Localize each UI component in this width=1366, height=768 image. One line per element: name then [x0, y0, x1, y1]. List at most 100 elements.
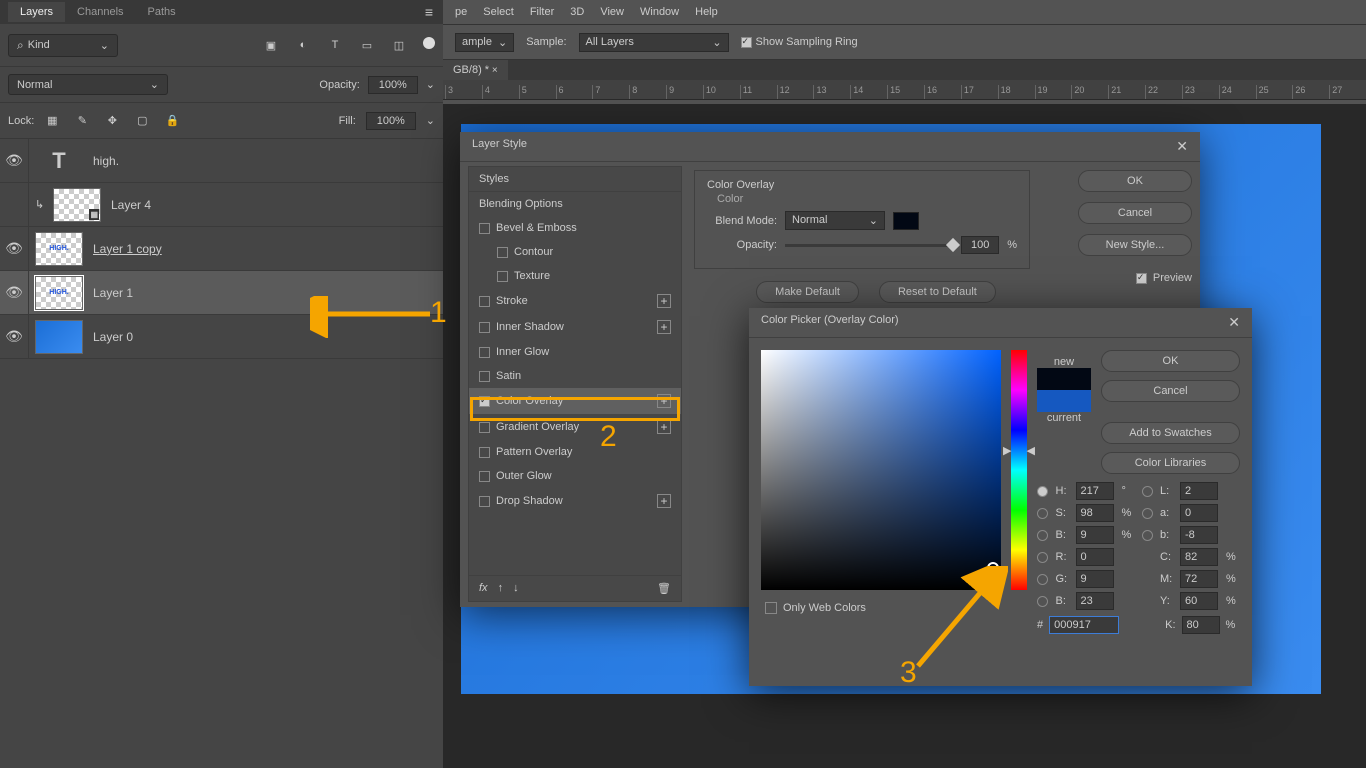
- opacity-input[interactable]: 100: [961, 236, 999, 254]
- style-item[interactable]: Contour: [469, 240, 681, 264]
- menu-item[interactable]: 3D: [570, 6, 584, 18]
- color-swatch[interactable]: [893, 212, 919, 230]
- layer-item-selected[interactable]: 👁 HIGH. Layer 1: [0, 271, 443, 315]
- menu-item[interactable]: pe: [455, 6, 467, 18]
- visibility-icon[interactable]: 👁: [0, 284, 28, 301]
- style-item[interactable]: Color Overlay+: [469, 388, 681, 414]
- m-input[interactable]: [1180, 570, 1218, 588]
- menu-item[interactable]: Select: [483, 6, 514, 18]
- visibility-icon[interactable]: 👁: [0, 328, 28, 345]
- hex-input[interactable]: [1049, 616, 1119, 634]
- filter-toggle-icon[interactable]: [423, 37, 435, 49]
- saturation-field[interactable]: [761, 350, 1001, 590]
- panel-menu-icon[interactable]: ≡: [425, 4, 433, 20]
- opacity-slider[interactable]: [785, 244, 953, 247]
- filter-image-icon[interactable]: ▣: [263, 37, 279, 53]
- document-tab[interactable]: GB/8) * ×: [443, 60, 508, 80]
- checkbox-icon[interactable]: [479, 396, 490, 407]
- fill-input[interactable]: 100%: [366, 112, 416, 130]
- style-item[interactable]: Blending Options: [469, 192, 681, 216]
- color-cursor[interactable]: [987, 562, 999, 574]
- add-effect-icon[interactable]: +: [657, 320, 671, 334]
- ok-button[interactable]: OK: [1101, 350, 1240, 372]
- lock-all-icon[interactable]: 🔒: [164, 113, 180, 129]
- menu-item[interactable]: Window: [640, 6, 679, 18]
- new-style-button[interactable]: New Style...: [1078, 234, 1192, 256]
- reset-default-button[interactable]: Reset to Default: [879, 281, 996, 303]
- filter-smart-icon[interactable]: ◫: [391, 37, 407, 53]
- radio-a[interactable]: [1142, 508, 1153, 519]
- c-input[interactable]: [1180, 548, 1218, 566]
- color-compare-swatch[interactable]: [1037, 368, 1091, 412]
- checkbox-icon[interactable]: [479, 447, 490, 458]
- sampling-ring-checkbox[interactable]: Show Sampling Ring: [741, 36, 858, 48]
- style-item[interactable]: Drop Shadow+: [469, 488, 681, 514]
- move-up-icon[interactable]: ↑: [498, 582, 504, 595]
- filter-text-icon[interactable]: T: [327, 37, 343, 53]
- sample-size-select[interactable]: ample⌄: [455, 33, 514, 52]
- h-input[interactable]: [1076, 482, 1114, 500]
- close-icon[interactable]: ✕: [1228, 314, 1240, 331]
- tab-channels[interactable]: Channels: [65, 2, 135, 22]
- blend-mode-select[interactable]: Normal ⌄: [8, 74, 168, 95]
- g-input[interactable]: [1076, 570, 1114, 588]
- add-effect-icon[interactable]: +: [657, 494, 671, 508]
- style-item[interactable]: Bevel & Emboss: [469, 216, 681, 240]
- k-input[interactable]: [1182, 616, 1220, 634]
- checkbox-icon[interactable]: [479, 296, 490, 307]
- kind-filter[interactable]: ⌕ Kind ⌄: [8, 34, 118, 57]
- checkbox-icon[interactable]: [479, 371, 490, 382]
- style-item[interactable]: Satin: [469, 364, 681, 388]
- style-item[interactable]: Pattern Overlay: [469, 440, 681, 464]
- checkbox-icon[interactable]: [479, 471, 490, 482]
- close-icon[interactable]: ✕: [1176, 138, 1188, 155]
- style-item[interactable]: Stroke+: [469, 288, 681, 314]
- tab-paths[interactable]: Paths: [136, 2, 188, 22]
- color-libraries-button[interactable]: Color Libraries: [1101, 452, 1240, 474]
- lock-pixels-icon[interactable]: ✎: [74, 113, 90, 129]
- radio-s[interactable]: [1037, 508, 1048, 519]
- cancel-button[interactable]: Cancel: [1101, 380, 1240, 402]
- radio-bl[interactable]: [1037, 596, 1048, 607]
- y-input[interactable]: [1180, 592, 1218, 610]
- checkbox-icon[interactable]: [497, 247, 508, 258]
- checkbox-icon[interactable]: [497, 271, 508, 282]
- layer-item[interactable]: 👁 HIGH. Layer 1 copy: [0, 227, 443, 271]
- add-swatches-button[interactable]: Add to Swatches: [1101, 422, 1240, 444]
- cancel-button[interactable]: Cancel: [1078, 202, 1192, 224]
- web-colors-checkbox[interactable]: Only Web Colors: [765, 602, 1001, 614]
- ok-button[interactable]: OK: [1078, 170, 1192, 192]
- checkbox-icon[interactable]: [479, 223, 490, 234]
- s-input[interactable]: [1076, 504, 1114, 522]
- checkbox-icon[interactable]: [479, 322, 490, 333]
- a-input[interactable]: [1180, 504, 1218, 522]
- lock-artboard-icon[interactable]: ▢: [134, 113, 150, 129]
- radio-l[interactable]: [1142, 486, 1153, 497]
- checkbox-icon[interactable]: [479, 347, 490, 358]
- visibility-icon[interactable]: 👁: [0, 240, 28, 257]
- preview-checkbox[interactable]: Preview: [1078, 272, 1192, 284]
- style-item[interactable]: Gradient Overlay+: [469, 414, 681, 440]
- tab-layers[interactable]: Layers: [8, 2, 65, 22]
- style-item[interactable]: Texture: [469, 264, 681, 288]
- lock-position-icon[interactable]: ✥: [104, 113, 120, 129]
- radio-r[interactable]: [1037, 552, 1048, 563]
- checkbox-icon[interactable]: [479, 422, 490, 433]
- r-input[interactable]: [1076, 548, 1114, 566]
- style-item[interactable]: Inner Glow: [469, 340, 681, 364]
- trash-icon[interactable]: 🗑: [657, 582, 671, 595]
- style-item[interactable]: Outer Glow: [469, 464, 681, 488]
- move-down-icon[interactable]: ↓: [513, 582, 519, 595]
- opacity-input[interactable]: 100%: [368, 76, 418, 94]
- menu-item[interactable]: Help: [695, 6, 718, 18]
- menu-item[interactable]: Filter: [530, 6, 554, 18]
- layer-item[interactable]: 👁 T high.: [0, 139, 443, 183]
- labb-input[interactable]: [1180, 526, 1218, 544]
- filter-shape-icon[interactable]: ▭: [359, 37, 375, 53]
- add-effect-icon[interactable]: +: [657, 294, 671, 308]
- add-effect-icon[interactable]: +: [657, 394, 671, 408]
- make-default-button[interactable]: Make Default: [756, 281, 859, 303]
- radio-h[interactable]: [1037, 486, 1048, 497]
- lock-trans-icon[interactable]: ▦: [44, 113, 60, 129]
- sample-layers-select[interactable]: All Layers⌄: [579, 33, 729, 52]
